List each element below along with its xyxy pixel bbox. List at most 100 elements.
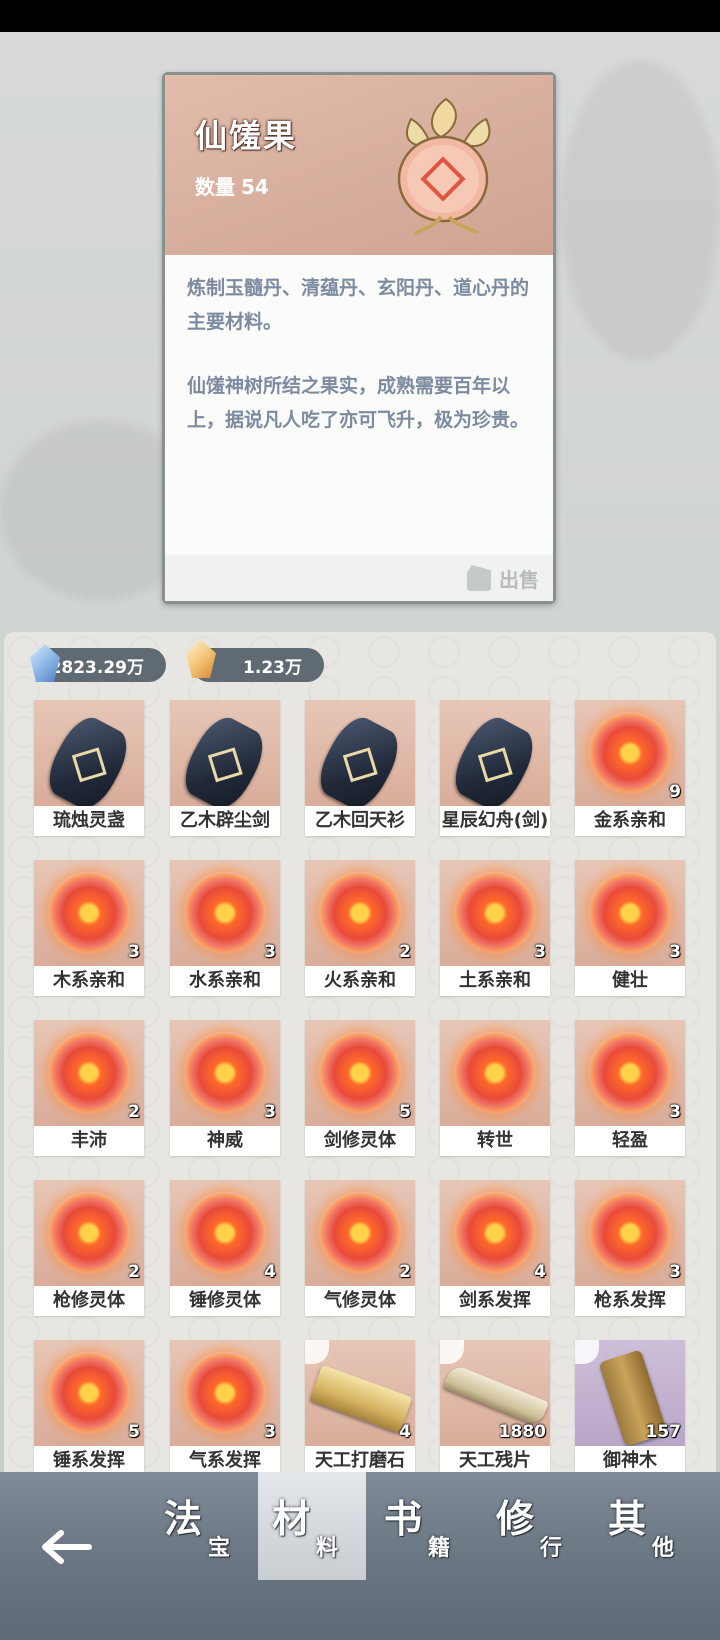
item-count: 4 — [399, 1422, 411, 1442]
inventory-slot[interactable]: 4 锤修灵体 — [170, 1180, 280, 1316]
item-label: 枪系发挥 — [594, 1290, 666, 1311]
inventory-slot-image: 3 — [575, 1180, 685, 1286]
fire-orb-icon — [48, 1192, 130, 1274]
tab-treasure-main: 法 — [164, 1496, 203, 1541]
item-quantity-value: 54 — [241, 175, 269, 199]
inventory-slot[interactable]: 乙木回天衫 — [305, 700, 415, 836]
inventory-slot-image: 4 — [305, 1340, 415, 1446]
tab-books[interactable]: 书 籍 — [370, 1472, 478, 1580]
inventory-slot[interactable]: 3 神威 — [170, 1020, 280, 1156]
item-label: 木系亲和 — [53, 970, 125, 991]
currency-value: 2823.29万 — [49, 657, 144, 678]
inventory-slot-image: 4 — [440, 1180, 550, 1286]
tab-treasure-sub: 宝 — [208, 1535, 231, 1561]
fire-orb-icon — [319, 1192, 401, 1274]
tab-other-sub: 他 — [652, 1535, 675, 1561]
inventory-slot-image: 5 — [305, 1020, 415, 1126]
inventory-slot-image: 3 — [34, 860, 144, 966]
inventory-slot-image — [440, 1020, 550, 1126]
inventory-slot-image: 157 — [575, 1340, 685, 1446]
gold-whetstone-icon — [309, 1364, 413, 1434]
tab-materials-sub: 料 — [316, 1535, 339, 1561]
status-bar — [0, 0, 720, 32]
item-count: 3 — [669, 1262, 681, 1282]
tab-treasure[interactable]: 法 宝 — [150, 1472, 258, 1580]
tab-other[interactable]: 其 他 — [594, 1472, 702, 1580]
corner-badge-icon — [305, 1340, 329, 1364]
inventory-slot-image: 3 — [170, 860, 280, 966]
item-detail-header: 仙馐果 数量 54 — [165, 75, 553, 255]
item-count: 3 — [264, 942, 276, 962]
tab-books-main: 书 — [384, 1496, 423, 1541]
fire-orb-icon — [589, 872, 671, 954]
inventory-slot[interactable]: 3 水系亲和 — [170, 860, 280, 996]
fire-orb-icon — [589, 712, 671, 794]
inventory-slot-image: 3 — [575, 1020, 685, 1126]
inventory-slot-image: 4 — [170, 1180, 280, 1286]
item-detail-card: 仙馐果 数量 54 炼制玉髓丹、清蕴丹、玄阳丹、道心丹的主要材料。 仙馐神树所结之… — [162, 72, 556, 604]
black-rune-stone-icon — [175, 710, 273, 806]
fire-orb-icon — [319, 1032, 401, 1114]
inventory-slot[interactable]: 3 枪系发挥 — [575, 1180, 685, 1316]
item-label: 乙木辟尘剑 — [180, 810, 270, 831]
inventory-slot[interactable]: 3 气系发挥 — [170, 1340, 280, 1476]
bone-shard-icon — [442, 1363, 550, 1427]
fire-orb-icon — [454, 1032, 536, 1114]
fire-orb-icon — [184, 1352, 266, 1434]
inventory-slot-image — [305, 700, 415, 806]
fire-orb-icon — [48, 1032, 130, 1114]
inventory-slot[interactable]: 4 剑系发挥 — [440, 1180, 550, 1316]
item-description: 炼制玉髓丹、清蕴丹、玄阳丹、道心丹的主要材料。 仙馐神树所结之果实，成熟需要百年… — [187, 271, 537, 467]
inventory-slot[interactable]: 3 木系亲和 — [34, 860, 144, 996]
item-count: 3 — [669, 1102, 681, 1122]
tab-cultivation-main: 修 — [496, 1496, 535, 1541]
sell-button[interactable]: 出售 — [467, 561, 539, 595]
inventory-slot[interactable]: 3 土系亲和 — [440, 860, 550, 996]
sell-label: 出售 — [499, 567, 539, 592]
item-label: 火系亲和 — [324, 970, 396, 991]
item-label: 锤修灵体 — [189, 1290, 261, 1311]
item-count: 5 — [128, 1422, 140, 1442]
item-label: 轻盈 — [612, 1130, 648, 1151]
inventory-slot[interactable]: 乙木辟尘剑 — [170, 700, 280, 836]
item-label: 剑系发挥 — [459, 1290, 531, 1311]
item-count: 5 — [399, 1102, 411, 1122]
item-label: 水系亲和 — [189, 970, 261, 991]
inventory-slot-image: 3 — [440, 860, 550, 966]
inventory-slot[interactable]: 转世 — [440, 1020, 550, 1156]
fire-orb-icon — [48, 1352, 130, 1434]
inventory-slot[interactable]: 5 锤系发挥 — [34, 1340, 144, 1476]
inventory-slot[interactable]: 3 健壮 — [575, 860, 685, 996]
inventory-slot[interactable]: 157 御神木 — [575, 1340, 685, 1476]
black-rune-stone-icon — [445, 710, 543, 806]
back-button[interactable] — [36, 1524, 96, 1570]
inventory-slot[interactable]: 琉烛灵盏 — [34, 700, 144, 836]
corner-badge-icon — [575, 1340, 599, 1364]
tab-materials[interactable]: 材 料 — [258, 1472, 366, 1580]
inventory-slot-image: 3 — [575, 860, 685, 966]
inventory-slot[interactable]: 2 枪修灵体 — [34, 1180, 144, 1316]
back-arrow-icon — [42, 1530, 92, 1564]
item-count: 2 — [399, 1262, 411, 1282]
item-count: 3 — [669, 942, 681, 962]
inventory-slot[interactable]: 1880 天工残片 — [440, 1340, 550, 1476]
inventory-slot[interactable]: 4 天工打磨石 — [305, 1340, 415, 1476]
item-label: 健壮 — [612, 970, 648, 991]
item-detail-footer: 出售 — [165, 555, 553, 601]
currency-value: 1.23万 — [243, 657, 302, 678]
item-count: 2 — [399, 942, 411, 962]
inventory-slot-image: 2 — [305, 1180, 415, 1286]
inventory-slot[interactable]: 9 金系亲和 — [575, 700, 685, 836]
item-label: 琉烛灵盏 — [53, 810, 125, 831]
inventory-slot[interactable]: 2 气修灵体 — [305, 1180, 415, 1316]
tab-cultivation[interactable]: 修 行 — [482, 1472, 590, 1580]
item-label: 转世 — [477, 1130, 513, 1151]
inventory-slot[interactable]: 3 轻盈 — [575, 1020, 685, 1156]
inventory-slot[interactable]: 2 火系亲和 — [305, 860, 415, 996]
tab-cultivation-sub: 行 — [540, 1535, 563, 1561]
inventory-slot[interactable]: 2 丰沛 — [34, 1020, 144, 1156]
inventory-slot[interactable]: 5 剑修灵体 — [305, 1020, 415, 1156]
inventory-slot[interactable]: 星辰幻舟(剑) — [440, 700, 550, 836]
item-count: 3 — [264, 1422, 276, 1442]
item-usage-text: 炼制玉髓丹、清蕴丹、玄阳丹、道心丹的主要材料。 — [187, 277, 530, 333]
